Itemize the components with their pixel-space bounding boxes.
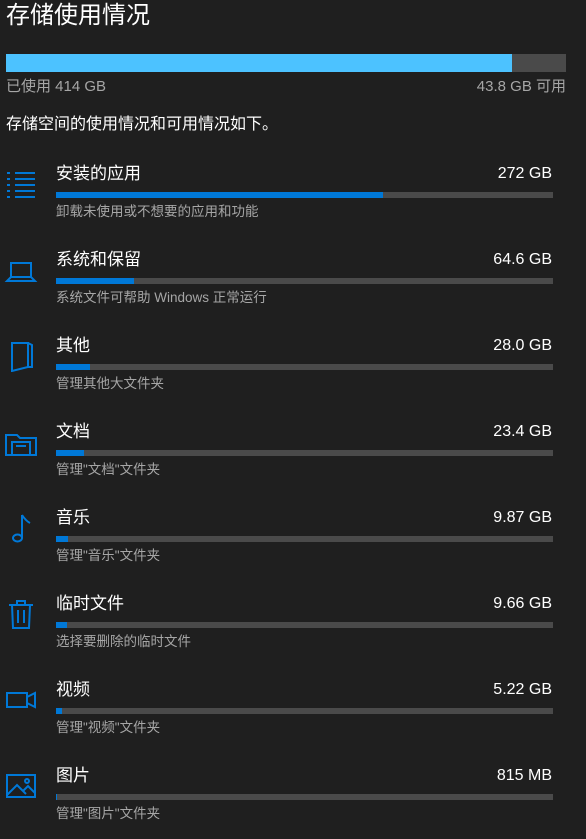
category-usage-bar-fill — [56, 364, 90, 370]
category-music[interactable]: 音乐 9.87 GB 管理"音乐"文件夹 — [0, 506, 586, 576]
category-usage-bar — [56, 364, 553, 370]
video-camera-icon — [4, 682, 38, 716]
category-description: 系统文件可帮助 Windows 正常运行 — [56, 290, 267, 305]
category-name: 音乐 — [56, 508, 90, 527]
category-usage-bar-fill — [56, 192, 383, 198]
app-list-icon — [4, 166, 38, 200]
total-usage-bar — [6, 54, 566, 72]
storage-description: 存储空间的使用情况和可用情况如下。 — [6, 116, 279, 133]
category-usage-bar — [56, 708, 553, 714]
category-description: 管理"视频"文件夹 — [56, 720, 161, 735]
used-space-label: 已使用 414 GB — [6, 78, 107, 95]
category-size: 9.66 GB — [493, 595, 552, 612]
category-temporary-files[interactable]: 临时文件 9.66 GB 选择要删除的临时文件 — [0, 592, 586, 662]
category-usage-bar-fill — [56, 450, 85, 456]
picture-icon — [4, 768, 38, 802]
category-usage-bar-fill — [56, 794, 57, 800]
category-description: 管理"音乐"文件夹 — [56, 548, 161, 563]
category-videos[interactable]: 视频 5.22 GB 管理"视频"文件夹 — [0, 678, 586, 748]
category-size: 64.6 GB — [493, 251, 552, 268]
category-description: 管理"文档"文件夹 — [56, 462, 161, 477]
total-usage-bar-fill — [6, 54, 513, 72]
category-other[interactable]: 其他 28.0 GB 管理其他大文件夹 — [0, 334, 586, 404]
category-name: 安装的应用 — [56, 164, 141, 183]
category-name: 图片 — [56, 766, 90, 785]
category-system-reserved[interactable]: 系统和保留 64.6 GB 系统文件可帮助 Windows 正常运行 — [0, 248, 586, 318]
storage-usage-page: 存储使用情况 已使用 414 GB 43.8 GB 可用 存储空间的使用情况和可… — [0, 0, 586, 839]
category-usage-bar-fill — [56, 536, 68, 542]
category-size: 5.22 GB — [493, 681, 552, 698]
category-size: 815 MB — [496, 767, 552, 784]
category-name: 系统和保留 — [56, 250, 141, 269]
category-usage-bar-fill — [56, 708, 63, 714]
category-description: 选择要删除的临时文件 — [56, 634, 191, 649]
category-usage-bar — [56, 794, 553, 800]
category-size: 28.0 GB — [493, 337, 552, 354]
category-usage-bar — [56, 622, 553, 628]
category-size: 9.87 GB — [493, 509, 552, 526]
category-usage-bar — [56, 278, 553, 284]
category-size: 23.4 GB — [493, 423, 552, 440]
free-space-label: 43.8 GB 可用 — [476, 78, 566, 95]
category-name: 其他 — [56, 336, 90, 355]
trash-icon — [4, 596, 38, 630]
category-usage-bar — [56, 536, 553, 542]
category-size: 272 GB — [497, 165, 552, 182]
other-folder-icon — [4, 338, 38, 372]
category-usage-bar-fill — [56, 622, 68, 628]
laptop-icon — [4, 252, 38, 286]
category-usage-bar — [56, 450, 553, 456]
page-title: 存储使用情况 — [6, 2, 150, 29]
category-pictures[interactable]: 图片 815 MB 管理"图片"文件夹 — [0, 764, 586, 834]
category-description: 卸载未使用或不想要的应用和功能 — [56, 204, 259, 219]
category-name: 视频 — [56, 680, 90, 699]
category-installed-apps[interactable]: 安装的应用 272 GB 卸载未使用或不想要的应用和功能 — [0, 162, 586, 232]
category-usage-bar-fill — [56, 278, 134, 284]
category-name: 文档 — [56, 422, 90, 441]
category-documents[interactable]: 文档 23.4 GB 管理"文档"文件夹 — [0, 420, 586, 490]
documents-icon — [4, 424, 38, 458]
music-note-icon — [4, 510, 38, 544]
category-name: 临时文件 — [56, 594, 124, 613]
category-description: 管理其他大文件夹 — [56, 376, 164, 391]
category-usage-bar — [56, 192, 553, 198]
category-description: 管理"图片"文件夹 — [56, 806, 161, 821]
